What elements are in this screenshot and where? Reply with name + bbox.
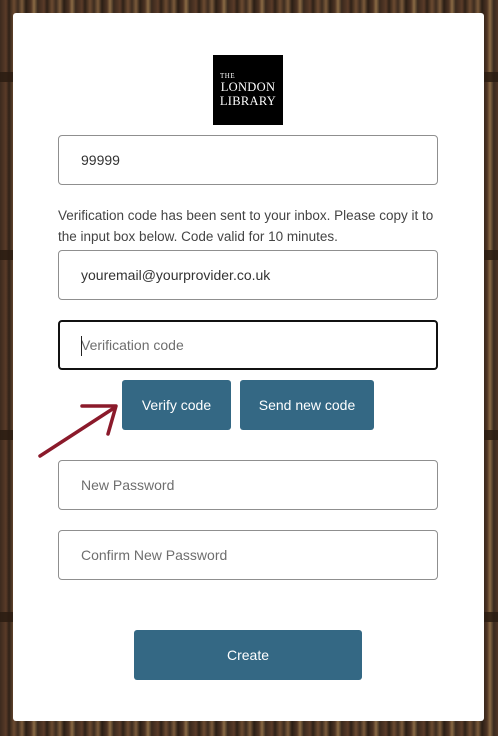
- username-input[interactable]: [58, 135, 438, 185]
- verification-message: Verification code has been sent to your …: [58, 208, 434, 244]
- london-library-logo: THE LONDON LIBRARY: [213, 55, 283, 125]
- email-input[interactable]: [58, 250, 438, 300]
- logo-line-3: LIBRARY: [219, 93, 277, 108]
- text-caret: [81, 336, 82, 356]
- verification-code-input[interactable]: [58, 320, 438, 370]
- create-button[interactable]: Create: [134, 630, 362, 680]
- logo-line-1: THE: [220, 72, 236, 80]
- confirm-password-input[interactable]: [58, 530, 438, 580]
- send-new-code-button[interactable]: Send new code: [240, 380, 374, 430]
- logo-line-2: LONDON: [220, 80, 276, 94]
- new-password-input[interactable]: [58, 460, 438, 510]
- annotation-arrow-icon: [38, 404, 118, 458]
- verify-code-button[interactable]: Verify code: [122, 380, 231, 430]
